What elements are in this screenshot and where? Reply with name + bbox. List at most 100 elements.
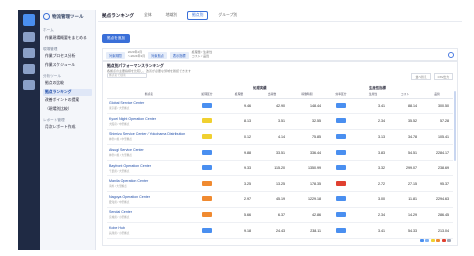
site-meta: 神奈川県 / 大型拠点 (109, 154, 132, 158)
site-icon[interactable] (23, 48, 35, 58)
category-cell (325, 144, 357, 161)
table-row[interactable]: Atsugi Service Center 神奈川県 / 大型拠点 9.88 33.5… (107, 144, 453, 161)
sidebar-section-header: 分析ツール (43, 73, 61, 78)
status-badge (202, 165, 212, 171)
sidebar-section: 分析ツール拠点の比較 拠点ランキング 改善ポイントの提案 （現場別比較） (40, 69, 95, 113)
category-cell (325, 207, 357, 224)
value-cell: 178.35 (289, 175, 325, 193)
value-cell: 2294.63 (421, 191, 453, 208)
value-cell: 3.83 (357, 144, 389, 161)
site-name-cell: Kobe Hub 兵庫県 / 小型拠点 (107, 222, 191, 239)
site-meta: 愛知県 / 中型拠点 (109, 200, 130, 204)
category-cell (191, 222, 223, 239)
column-header[interactable]: 処理区分 (191, 90, 223, 99)
site-name-link[interactable]: Kyoei Night Operation Center (109, 117, 187, 121)
site-name-link[interactable]: Manila Operation Center (109, 179, 187, 183)
card-title: 拠点別パフォーマンスランキング (107, 64, 164, 68)
site-name-link[interactable]: Nagoya Operation Center (109, 195, 187, 199)
table-row[interactable]: Kyoei Night Operation Center 大阪府 / 中型拠点 8.… (107, 113, 453, 130)
sidebar-item[interactable]: 拠点ランキング (43, 88, 92, 96)
site-name-cell: Shimizu Service Center / Yokohama Distri… (107, 129, 191, 146)
category-cell (325, 191, 357, 208)
site-meta: 兵庫県 / 小型拠点 (109, 232, 130, 236)
home-icon[interactable] (23, 32, 35, 42)
table-row[interactable]: Nagoya Operation Center 愛知県 / 中型拠点 2.97 45.… (107, 191, 453, 208)
category-cell (191, 207, 223, 224)
status-badge (202, 149, 212, 155)
sidebar-item[interactable]: 拠点の比較 (43, 80, 92, 87)
tab-region[interactable]: 地域別 (162, 12, 181, 19)
value-cell: 33.51 (255, 144, 289, 161)
sidebar-item[interactable]: 月次レポート作成 (43, 124, 92, 131)
site-meta: 宮城県 / 小型拠点 (109, 216, 130, 220)
value-cell: 14.29 (389, 207, 421, 224)
filter-chip-site[interactable]: 対象拠点 (148, 51, 167, 59)
table-row[interactable]: Manila Operation Center 海外 / 大型拠点 3.25 13.2… (107, 175, 453, 193)
app-logo-icon[interactable] (23, 14, 35, 26)
category-cell (191, 160, 223, 177)
legend-swatch (425, 239, 429, 242)
value-cell: 3.25 (223, 175, 255, 193)
status-badge (336, 118, 346, 124)
value-cell: 6.37 (255, 207, 289, 224)
value-cell: 300.50 (421, 98, 453, 115)
value-cell: 35.52 (389, 113, 421, 130)
sidebar-section: 現場管理 作業プロセス分析 作業スケジュール (40, 42, 95, 69)
site-name-link[interactable]: Kobe Hub (109, 226, 187, 230)
table-scrollbar[interactable] (454, 91, 456, 161)
table-row[interactable]: Bayfront Operation Center 千葉県 / 大型拠点 9.33 1… (107, 160, 453, 177)
sidebar-section-header: ホーム (43, 28, 54, 32)
column-header[interactable]: 処理量 (223, 90, 255, 99)
category-cell (325, 160, 357, 177)
column-header[interactable]: 出荷数 (255, 90, 289, 99)
site-name-link[interactable]: Atsugi Service Center (109, 148, 187, 152)
column-header[interactable]: 拠点名 (107, 90, 191, 99)
filter-chip-period[interactable]: 対象期間 (106, 51, 125, 59)
sidebar-item[interactable]: （現場別比較） (43, 106, 92, 113)
table-row[interactable]: Kobe Hub 兵庫県 / 小型拠点 9.18 24.43 238.11 3.41 54.… (107, 222, 453, 239)
column-header[interactable]: 生産性 (357, 90, 389, 99)
tab-group[interactable]: グループ別 (214, 12, 241, 19)
sidebar-section: ホーム作業現場概要をまとめる (40, 23, 95, 42)
tab-site[interactable]: 拠点別 (187, 11, 209, 20)
sidebar-item[interactable]: 作業現場概要をまとめる (43, 35, 92, 42)
legend-swatch (436, 239, 440, 242)
category-cell (325, 98, 357, 115)
sidebar-item[interactable]: 作業スケジュール (43, 62, 92, 69)
search-input[interactable]: 拠点名で検索 (107, 73, 147, 78)
chart-icon[interactable] (23, 64, 35, 74)
site-name-link[interactable]: Sendai Center (109, 210, 187, 214)
settings-gear-icon[interactable] (448, 52, 454, 58)
csv-export-button[interactable]: CSV出力 (433, 73, 453, 80)
column-header[interactable]: 稼働時間 (289, 90, 325, 99)
value-cell: 8.13 (223, 113, 255, 130)
value-cell: 0.12 (223, 129, 255, 146)
column-header[interactable]: コスト (389, 90, 421, 99)
value-cell: 2284.17 (421, 144, 453, 161)
legend-swatch (430, 239, 435, 242)
sidebar-item[interactable]: 改善ポイントの提案 (43, 97, 92, 104)
site-name-link[interactable]: Shimizu Service Center / Yokohama Distri… (109, 132, 187, 136)
table-row[interactable]: Shimizu Service Center / Yokohama Distri… (107, 129, 453, 146)
report-icon[interactable] (23, 80, 35, 90)
tab-all[interactable]: 全体 (140, 12, 156, 19)
site-meta: 海外 / 大型拠点 (109, 185, 127, 189)
sidebar-item[interactable]: 作業プロセス分析 (43, 53, 92, 60)
brand-logo-icon (43, 13, 50, 20)
value-cell: 34.78 (389, 129, 421, 146)
site-name-link[interactable]: Global Service Center (109, 101, 187, 105)
table-row[interactable]: Global Service Center 東京都 / 大型拠点 9.46 42.90… (107, 98, 453, 115)
site-name-link[interactable]: Bayfront Operation Center (109, 164, 187, 168)
sort-button[interactable]: 並べ替え (411, 73, 431, 80)
add-site-button[interactable]: 拠点を追加 (102, 34, 130, 43)
status-badge (336, 102, 346, 108)
column-header[interactable]: 品質 (421, 90, 453, 99)
category-cell (325, 175, 357, 193)
table-row[interactable]: Sendai Center 宮城県 / 小型拠点 5.66 6.37 42.86 2.34… (107, 207, 453, 224)
site-meta: 千葉県 / 大型拠点 (109, 169, 130, 173)
value-cell: 3.41 (357, 98, 389, 115)
category-cell (191, 113, 223, 130)
site-meta: 東京都 / 大型拠点 (109, 107, 130, 111)
column-header[interactable]: 効率区分 (325, 90, 357, 99)
filter-chip-metric[interactable]: 表示指標 (169, 51, 189, 59)
